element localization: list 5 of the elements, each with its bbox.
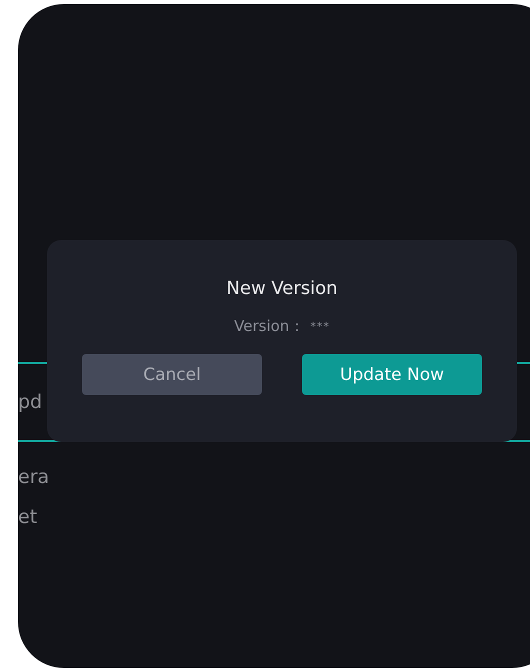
version-label: Version： [234,317,304,336]
version-value: *** [310,320,330,333]
cancel-button[interactable]: Cancel [82,354,262,395]
update-button[interactable]: Update Now [302,354,482,395]
dialog-title: New Version [226,278,338,299]
